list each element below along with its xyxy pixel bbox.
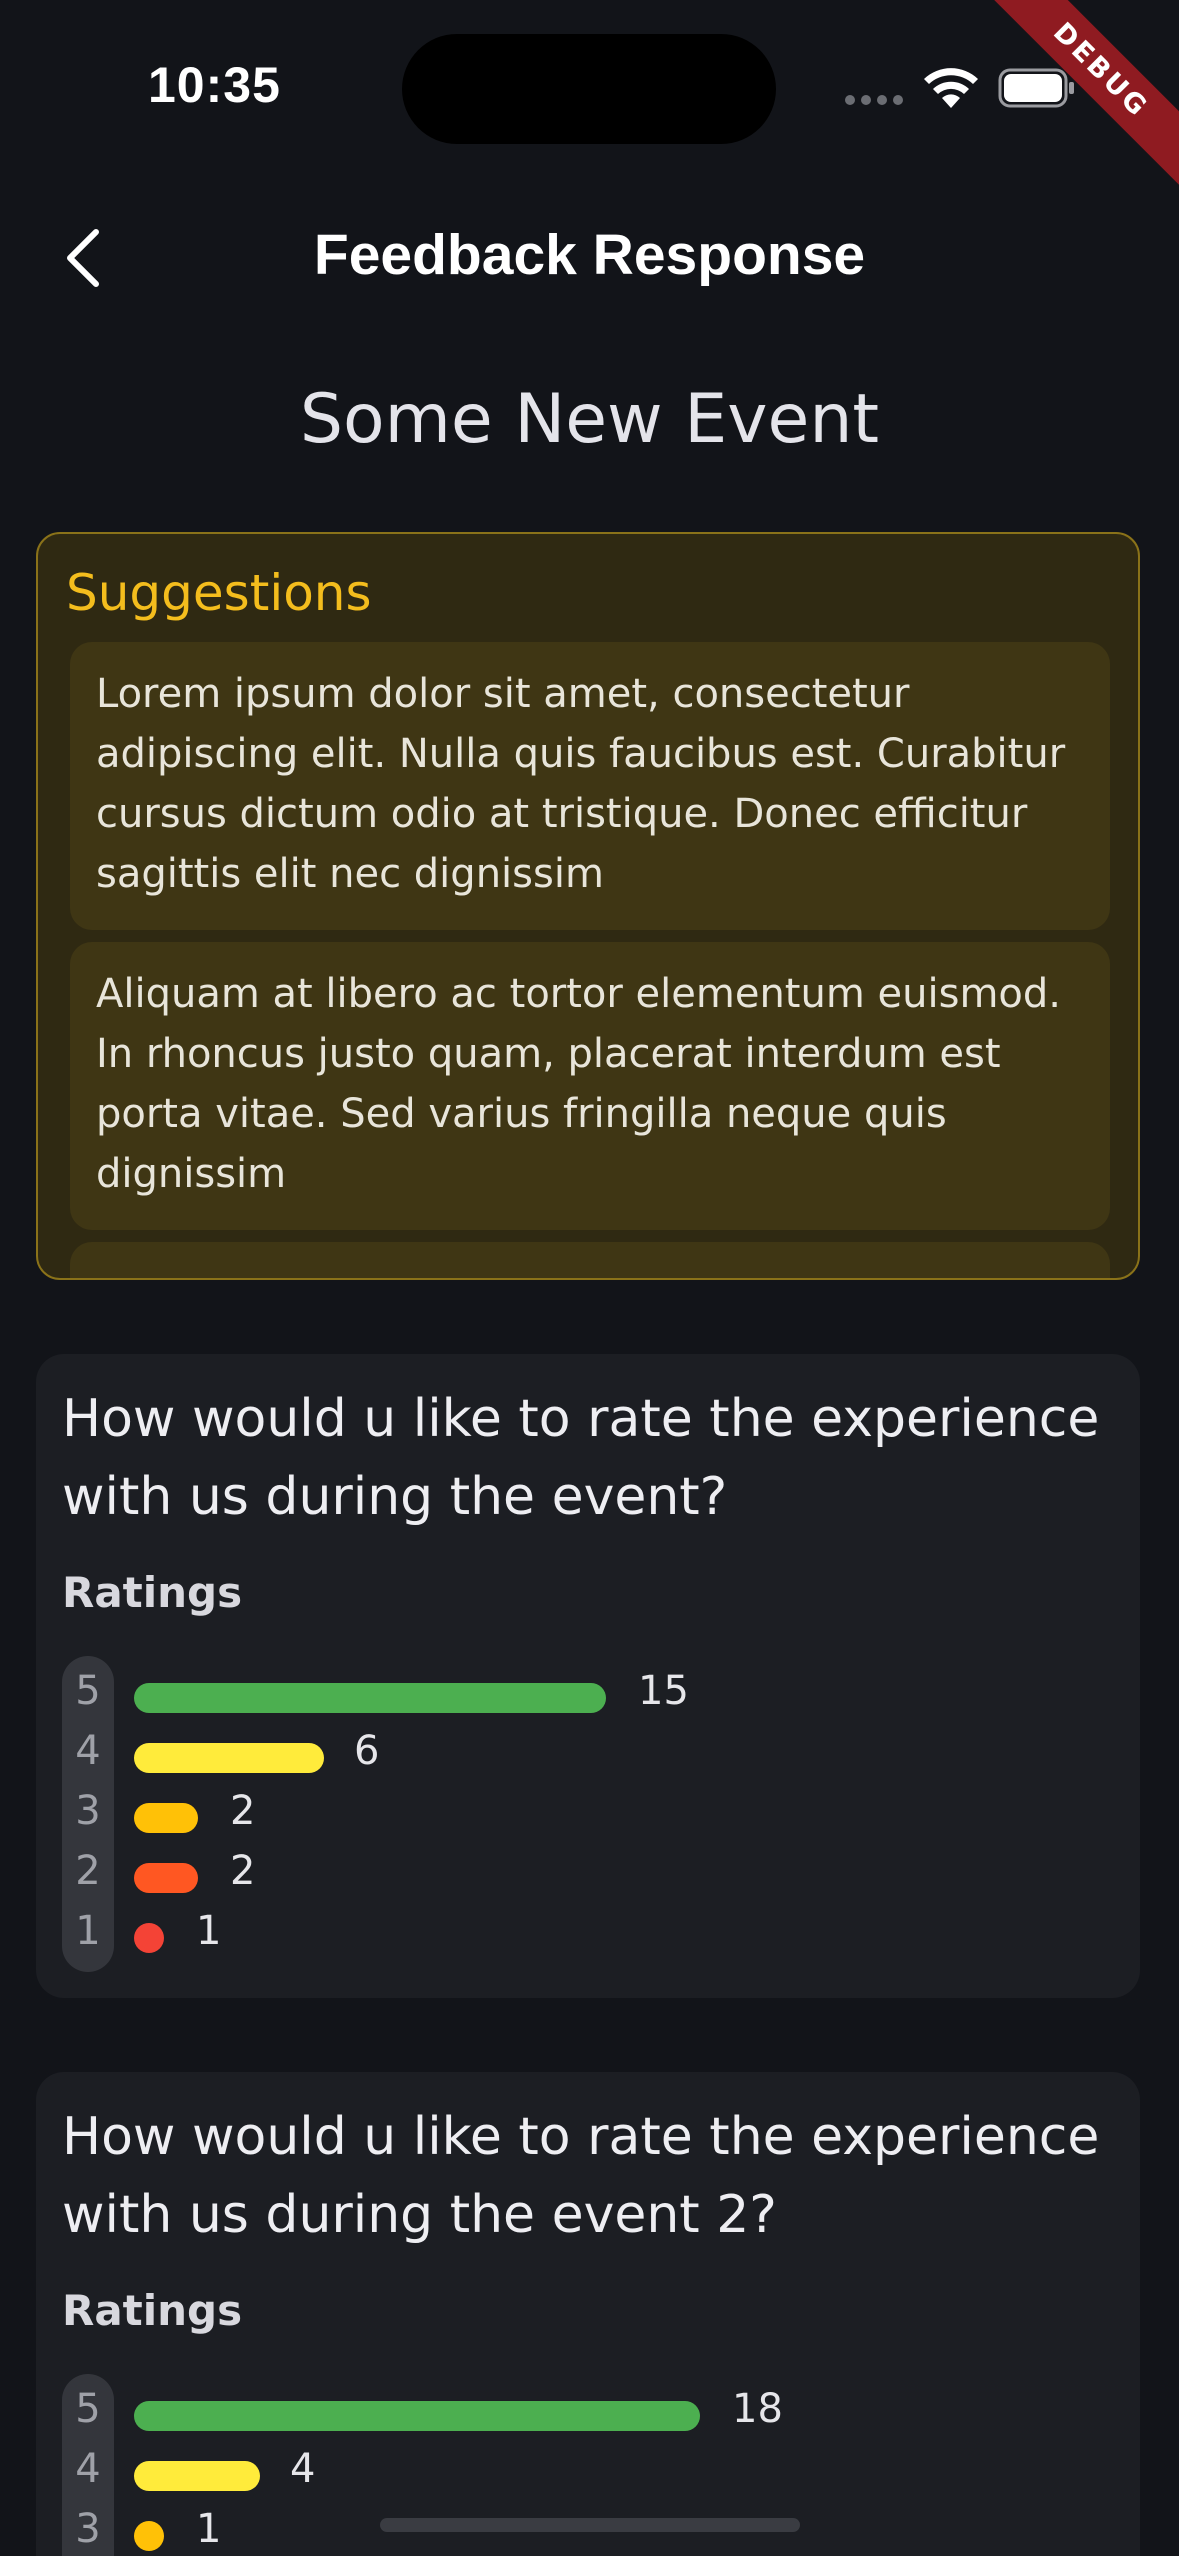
rating-count: 2 bbox=[230, 1848, 256, 1894]
rating-count: 18 bbox=[732, 2386, 783, 2432]
rating-level: 1 bbox=[75, 1908, 101, 1954]
rating-bar-3 bbox=[134, 1803, 198, 1833]
ratings-label: Ratings bbox=[62, 2286, 243, 2335]
rating-count: 1 bbox=[196, 2506, 222, 2552]
battery-icon bbox=[998, 68, 1074, 108]
rating-count: 4 bbox=[290, 2446, 316, 2492]
event-title: Some New Event bbox=[299, 380, 880, 459]
suggestions-title: Suggestions bbox=[66, 564, 372, 622]
question-card: How would u like to rate the experience … bbox=[36, 2072, 1140, 2556]
rating-count: 2 bbox=[230, 1788, 256, 1834]
wifi-icon bbox=[924, 68, 978, 108]
rating-level: 3 bbox=[75, 1788, 101, 1834]
rating-scale: 5 4 3 bbox=[62, 2374, 114, 2556]
page-title: Feedback Response bbox=[313, 223, 866, 287]
rating-bar-4 bbox=[134, 2461, 260, 2491]
rating-bar-4 bbox=[134, 1743, 324, 1773]
rating-level: 3 bbox=[75, 2506, 101, 2552]
rating-level: 4 bbox=[75, 2446, 101, 2492]
rating-level: 5 bbox=[75, 1668, 101, 1714]
rating-level: 5 bbox=[75, 2386, 101, 2432]
rating-count: 15 bbox=[638, 1668, 689, 1714]
rating-level: 2 bbox=[75, 1848, 101, 1894]
dynamic-island bbox=[402, 34, 776, 144]
rating-bar-5 bbox=[134, 1683, 606, 1713]
cellular-signal-icon bbox=[845, 95, 905, 105]
suggestions-panel[interactable]: Suggestions Lorem ipsum dolor sit amet, … bbox=[36, 532, 1140, 1280]
rating-count: 6 bbox=[354, 1728, 380, 1774]
screen: 10:35 DEBUG Feedback Response Some New E… bbox=[0, 0, 1179, 2556]
suggestion-item-partial bbox=[70, 1242, 1110, 1278]
question-card: How would u like to rate the experience … bbox=[36, 1354, 1140, 1998]
rating-scale: 5 4 3 2 1 bbox=[62, 1656, 114, 1972]
rating-count: 1 bbox=[196, 1908, 222, 1954]
rating-bar-1 bbox=[134, 1923, 164, 1953]
suggestion-item: Aliquam at libero ac tortor elementum eu… bbox=[70, 942, 1110, 1230]
rating-bar-2 bbox=[134, 1863, 198, 1893]
question-text: How would u like to rate the experience … bbox=[62, 2107, 1100, 2245]
ratings-label: Ratings bbox=[62, 1568, 243, 1617]
question-text: How would u like to rate the experience … bbox=[62, 1389, 1100, 1527]
rating-bar-5 bbox=[134, 2401, 700, 2431]
suggestion-item: Lorem ipsum dolor sit amet, consectetur … bbox=[70, 642, 1110, 930]
rating-level: 4 bbox=[75, 1728, 101, 1774]
status-time: 10:35 bbox=[148, 57, 281, 113]
rating-bar-3 bbox=[134, 2521, 164, 2551]
home-indicator[interactable] bbox=[380, 2518, 800, 2532]
